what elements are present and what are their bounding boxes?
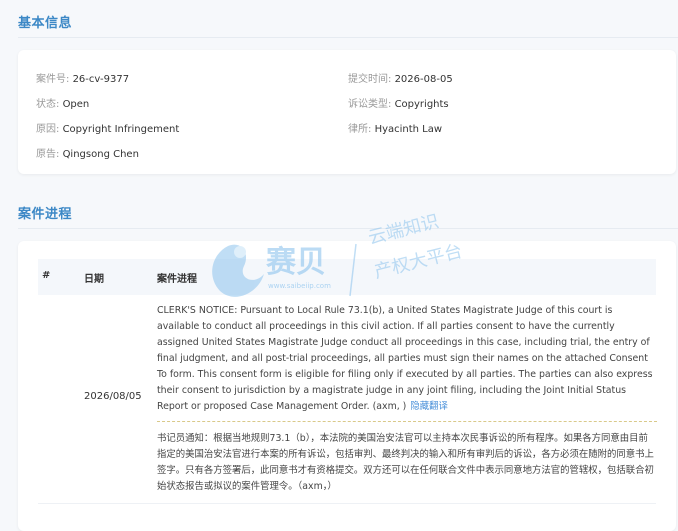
column-header-number: # bbox=[42, 270, 51, 281]
law-firm-field: 律所: Hyacinth Law bbox=[348, 120, 442, 135]
case-progress-divider bbox=[18, 228, 678, 229]
status-label: 状态: bbox=[36, 99, 60, 110]
case-type-field: 诉讼类型: Copyrights bbox=[348, 95, 449, 110]
filed-date-label: 提交时间: bbox=[348, 74, 392, 85]
case-type-value: Copyrights bbox=[394, 99, 449, 110]
case-progress-card: # 日期 案件进程 2026/08/05 CLERK'S NOTICE: Pur… bbox=[18, 241, 676, 531]
basic-info-card: 案件号: 26-cv-9377 提交时间: 2026-08-05 状态: Ope… bbox=[18, 50, 676, 174]
plaintiff-value: Qingsong Chen bbox=[62, 149, 139, 160]
status-field: 状态: Open bbox=[36, 95, 89, 110]
plaintiff-label: 原告: bbox=[36, 149, 60, 160]
basic-info-title: 基本信息 bbox=[18, 16, 73, 31]
cause-field: 原因: Copyright Infringement bbox=[36, 120, 179, 135]
filed-date-value: 2026-08-05 bbox=[394, 74, 453, 85]
case-type-label: 诉讼类型: bbox=[348, 99, 392, 110]
entry-date: 2026/08/05 bbox=[84, 391, 142, 402]
law-firm-label: 律所: bbox=[348, 124, 372, 135]
entry-text-english: CLERK'S NOTICE: Pursuant to Local Rule 7… bbox=[157, 303, 657, 415]
basic-info-divider bbox=[18, 37, 678, 38]
filed-date-field: 提交时间: 2026-08-05 bbox=[348, 70, 453, 85]
case-number-field: 案件号: 26-cv-9377 bbox=[36, 70, 129, 85]
progress-table-header: # 日期 案件进程 bbox=[38, 259, 656, 295]
case-number-label: 案件号: bbox=[36, 74, 70, 85]
status-value: Open bbox=[62, 99, 90, 110]
translation-divider bbox=[157, 421, 657, 422]
cause-value: Copyright Infringement bbox=[62, 124, 180, 135]
hide-translation-link[interactable]: 隐藏翻译 bbox=[410, 401, 448, 412]
column-header-progress: 案件进程 bbox=[157, 274, 197, 285]
case-number-value: 26-cv-9377 bbox=[72, 74, 130, 85]
case-progress-title: 案件进程 bbox=[18, 207, 73, 222]
cause-label: 原因: bbox=[36, 124, 60, 135]
plaintiff-field: 原告: Qingsong Chen bbox=[36, 145, 139, 160]
entry-text-chinese: 书记员通知：根据当地规则73.1（b），本法院的美国治安法官可以主持本次民事诉讼… bbox=[157, 433, 654, 492]
entry-text-english-content: CLERK'S NOTICE: Pursuant to Local Rule 7… bbox=[157, 305, 653, 412]
law-firm-value: Hyacinth Law bbox=[374, 124, 443, 135]
table-row-divider bbox=[38, 503, 656, 504]
column-header-date: 日期 bbox=[84, 274, 104, 285]
